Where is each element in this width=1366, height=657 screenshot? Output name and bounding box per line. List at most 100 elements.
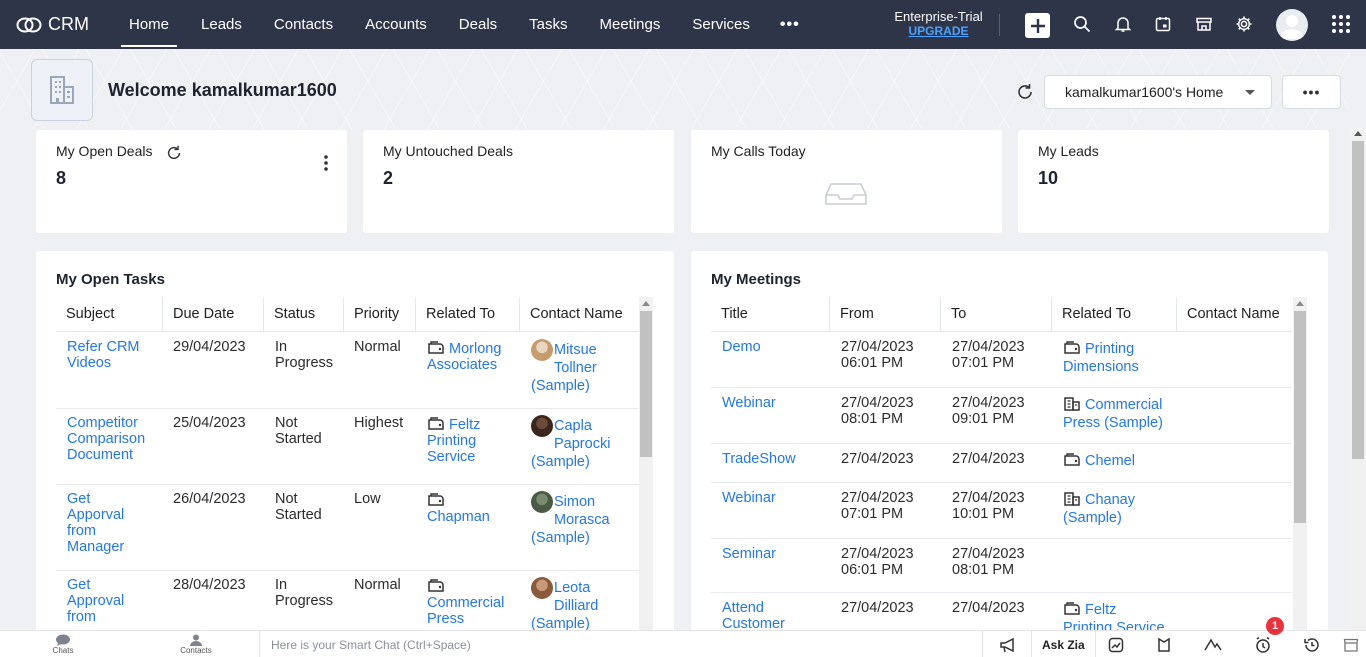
scroll-up-icon[interactable] xyxy=(1354,131,1362,136)
home-view-select[interactable]: kamalkumar1600's Home xyxy=(1044,75,1272,109)
task-related-link[interactable]: Feltz Printing Service xyxy=(427,416,519,465)
tab-accounts[interactable]: Accounts xyxy=(349,0,443,49)
page-scroll-thumb[interactable] xyxy=(1352,141,1364,459)
recent-items-button[interactable] xyxy=(1302,635,1322,655)
meeting-from: 27/04/2023 07:01 PM xyxy=(841,490,914,522)
announcement-button[interactable] xyxy=(998,635,1018,655)
task-contact-link[interactable]: Capla Paprocki (Sample) xyxy=(531,417,631,471)
store-icon xyxy=(1343,638,1359,652)
column-header[interactable]: To xyxy=(941,297,1052,331)
task-subject-link[interactable]: Get Approval from xyxy=(67,577,162,625)
kpi-open-deals[interactable]: My Open Deals 8 xyxy=(36,130,347,233)
meetings-scrollbar[interactable] xyxy=(1293,297,1307,630)
marketplace-button[interactable] xyxy=(1193,13,1215,35)
tab-tasks[interactable]: Tasks xyxy=(513,0,583,49)
meeting-related-link[interactable]: Printing Dimensions xyxy=(1063,340,1178,376)
contacts-button[interactable]: Contacts xyxy=(171,631,221,657)
kebab-menu-icon[interactable] xyxy=(323,154,329,172)
meeting-title-link[interactable]: Webinar xyxy=(722,395,776,411)
column-header[interactable]: Related To xyxy=(1052,297,1177,331)
meeting-title-link[interactable]: Seminar xyxy=(722,546,776,562)
home-more-button[interactable]: ••• xyxy=(1282,75,1341,109)
page-scrollbar[interactable] xyxy=(1350,127,1366,630)
chats-label: Chats xyxy=(52,646,74,655)
task-related-link[interactable]: Chapman xyxy=(427,492,519,525)
scroll-thumb[interactable] xyxy=(1294,311,1306,523)
tab-contacts[interactable]: Contacts xyxy=(258,0,349,49)
upgrade-link[interactable]: UPGRADE xyxy=(880,24,997,39)
column-header[interactable]: From xyxy=(830,297,941,331)
column-header[interactable]: Related To xyxy=(416,297,520,331)
brand-name: CRM xyxy=(48,14,89,34)
refresh-button[interactable] xyxy=(1015,82,1035,102)
org-logo[interactable] xyxy=(31,59,93,121)
zia-signal-icon xyxy=(1204,638,1222,651)
kpi-calls-today[interactable]: My Calls Today xyxy=(691,130,1002,233)
refresh-icon[interactable] xyxy=(165,144,183,162)
bell-icon xyxy=(1114,17,1132,32)
tasks-scrollbar[interactable] xyxy=(639,297,653,630)
task-contact-link[interactable]: Leota Dilliard (Sample) xyxy=(531,579,631,630)
ask-zia-button[interactable]: Ask Zia xyxy=(1042,638,1085,652)
apps-button[interactable] xyxy=(1330,13,1352,35)
divider xyxy=(1031,631,1032,657)
tab-leads[interactable]: Leads xyxy=(185,0,258,49)
settings-button[interactable] xyxy=(1233,13,1255,35)
task-due-date: 28/04/2023 xyxy=(173,577,246,593)
tab-home[interactable]: Home xyxy=(113,0,185,49)
translate-button[interactable] xyxy=(1203,635,1223,655)
scroll-up-icon[interactable] xyxy=(642,301,650,306)
user-avatar[interactable] xyxy=(1276,9,1308,41)
task-related-link[interactable]: Morlong Associates xyxy=(427,340,519,373)
column-header[interactable]: Subject xyxy=(56,297,163,331)
kpi-untouched-deals[interactable]: My Untouched Deals 2 xyxy=(363,130,674,233)
zia-chart-icon xyxy=(1108,637,1124,653)
create-button[interactable] xyxy=(1025,13,1050,38)
column-header[interactable]: Priority xyxy=(344,297,416,331)
scroll-up-icon[interactable] xyxy=(1296,301,1304,306)
deal-icon xyxy=(1064,341,1080,354)
column-header[interactable]: Due Date xyxy=(163,297,264,331)
task-due-date: 25/04/2023 xyxy=(173,415,246,431)
meeting-title-link[interactable]: TradeShow xyxy=(722,451,796,467)
deal-icon xyxy=(428,417,444,430)
more-tabs-button[interactable]: ••• xyxy=(766,0,814,49)
tab-meetings[interactable]: Meetings xyxy=(584,0,677,49)
smart-chat-input[interactable]: Here is your Smart Chat (Ctrl+Space) xyxy=(271,638,471,652)
task-status: In Progress xyxy=(275,339,334,371)
meeting-related-link[interactable]: Feltz Printing Service xyxy=(1063,601,1178,630)
meeting-title-link[interactable]: Webinar xyxy=(722,490,776,506)
meetings-table: Title From To Related To Contact Name De… xyxy=(711,297,1292,630)
feedback-button[interactable] xyxy=(1154,635,1174,655)
column-header[interactable]: Contact Name xyxy=(1177,297,1292,331)
meeting-related-link[interactable]: Chemel xyxy=(1063,452,1178,470)
tab-deals[interactable]: Deals xyxy=(443,0,513,49)
kpi-my-leads[interactable]: My Leads 10 xyxy=(1018,130,1329,233)
scroll-thumb[interactable] xyxy=(640,311,652,457)
meeting-related-link[interactable]: Commercial Press (Sample) xyxy=(1063,396,1178,432)
zia-insights-button[interactable] xyxy=(1106,635,1126,655)
tab-services[interactable]: Services xyxy=(676,0,766,49)
column-header[interactable]: Status xyxy=(264,297,344,331)
task-related-link[interactable]: Commercial Press xyxy=(427,578,519,627)
reminders-button[interactable] xyxy=(1253,635,1273,655)
task-subject-link[interactable]: Refer CRM Videos xyxy=(67,339,162,371)
brand[interactable]: CRM xyxy=(16,14,108,35)
meeting-title-link[interactable]: Demo xyxy=(722,339,761,355)
chats-button[interactable]: Chats xyxy=(38,631,88,657)
task-subject-link[interactable]: Get Apporval from Manager xyxy=(67,491,162,555)
meeting-related-link[interactable]: Chanay (Sample) xyxy=(1063,491,1178,527)
meeting-title-link[interactable]: Attend Customer xyxy=(722,600,785,630)
meeting-to: 27/04/2023 xyxy=(952,600,1025,616)
column-header[interactable]: Title xyxy=(711,297,830,331)
task-subject-link[interactable]: Competitor Comparison Document xyxy=(67,415,162,463)
calendar-button[interactable] xyxy=(1152,13,1174,35)
search-button[interactable] xyxy=(1071,13,1093,35)
task-contact-link[interactable]: Mitsue Tollner (Sample) xyxy=(531,341,631,395)
marketplace-bottom-button[interactable] xyxy=(1341,635,1361,655)
megaphone-icon xyxy=(1000,637,1014,653)
deal-icon xyxy=(428,579,444,592)
notifications-button[interactable] xyxy=(1112,13,1134,35)
task-contact-link[interactable]: Simon Morasca (Sample) xyxy=(531,493,631,547)
column-header[interactable]: Contact Name xyxy=(520,297,639,331)
